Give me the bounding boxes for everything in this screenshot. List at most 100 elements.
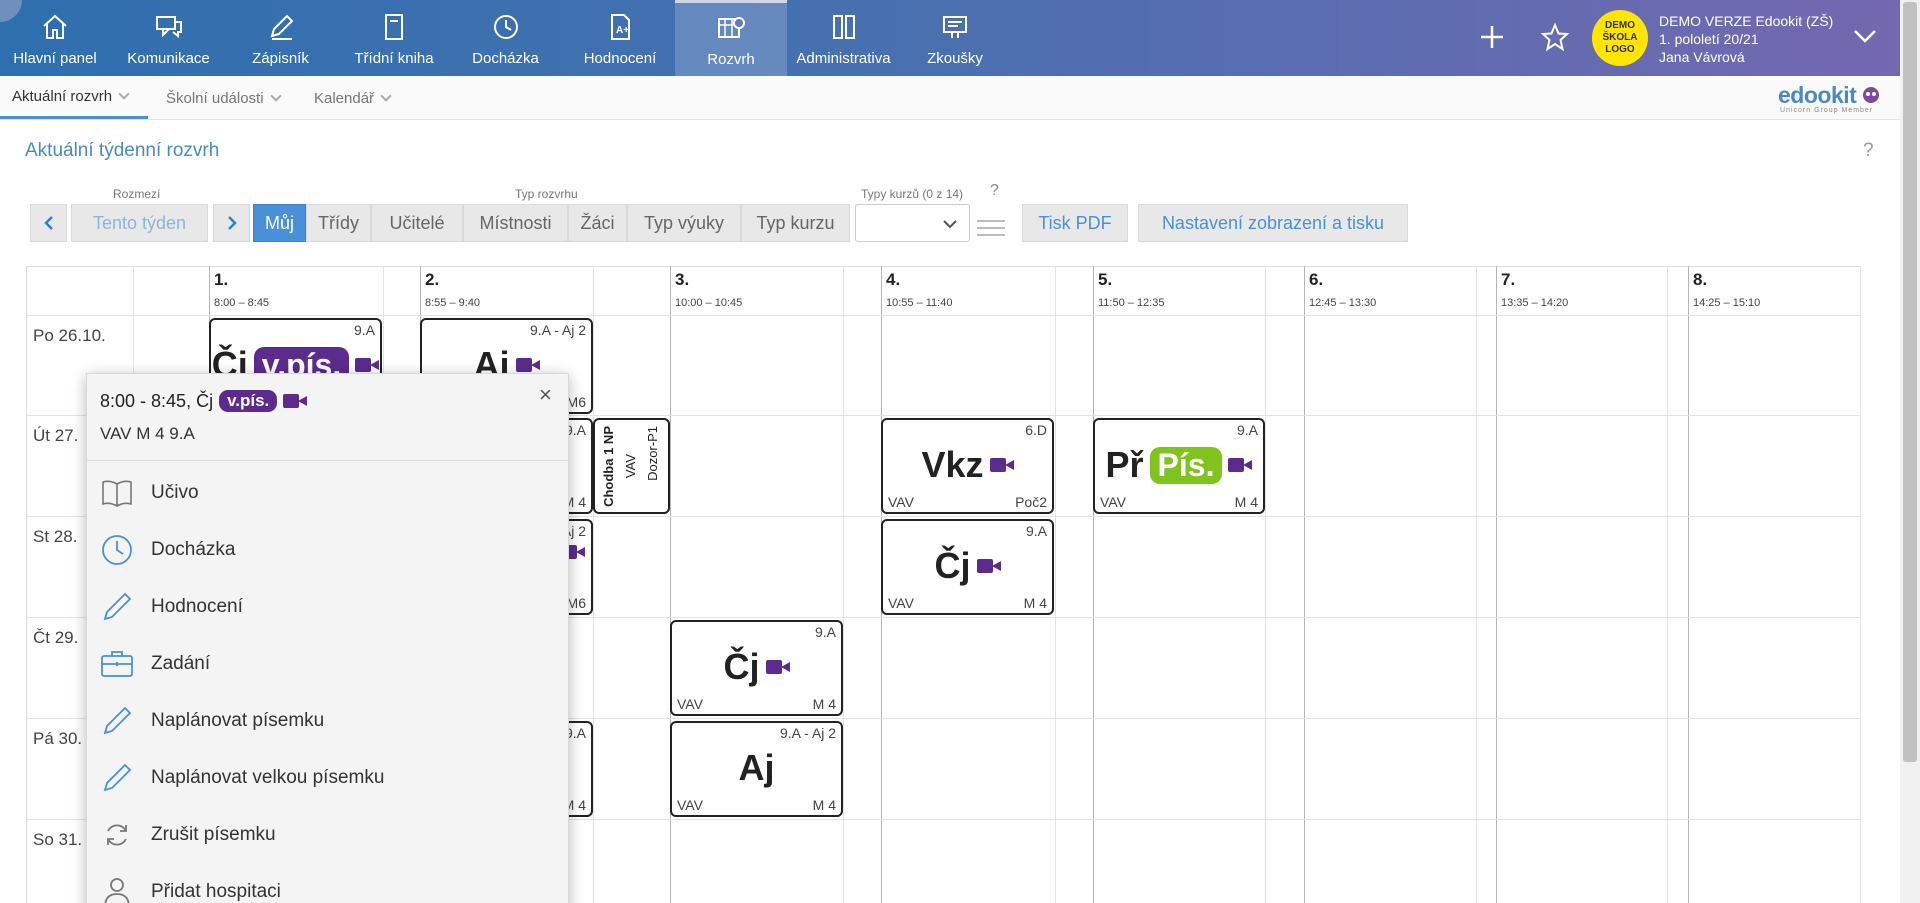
display-settings-button[interactable]: Nastavení zobrazení a tisku [1138,204,1408,242]
type-tridy-button[interactable]: Třídy [306,204,371,242]
menu-item-ucivo[interactable]: Učivo [87,470,568,516]
type-typ-vyuky-button[interactable]: Typ výuky [627,204,741,242]
lesson-room: M6 [566,595,586,611]
add-icon[interactable] [1478,18,1506,61]
lesson-class: 9.A [1236,422,1258,438]
menu-label: Hodnocení [151,596,243,617]
nav-label: Zkoušky [927,49,983,67]
nav-label: Docházka [472,49,539,67]
period-number: 3. [675,270,690,289]
grade-file-icon: A+ [603,10,637,44]
menu-item-pridat-hospitaci[interactable]: Přidat hospitaci [87,869,568,903]
chat-icon [152,10,186,44]
nav-administrativa[interactable]: Administrativa [792,0,895,76]
refresh-icon [99,817,135,853]
course-help-icon[interactable]: ? [990,182,999,200]
lesson-card[interactable]: 9.A Čj VAV M 4 [881,519,1054,615]
period-number: 7. [1501,270,1516,289]
period-time: 10:00 – 10:45 [675,297,743,309]
lesson-main: Čj [883,545,1052,587]
lesson-class: 6.D [1025,422,1047,438]
day-label: Pá 30. [33,729,83,748]
close-icon[interactable]: × [539,382,552,408]
school-logo: DEMO ŠKOLA LOGO [1592,10,1648,66]
nav-rozvrh[interactable]: Rozvrh [675,0,787,76]
popup-title: 8:00 - 8:45, Čj v.pís. [100,390,308,412]
lesson-room: M 4 [812,797,836,813]
nav-label: Hlavní panel [13,49,97,67]
nav-hodnoceni[interactable]: A+ Hodnocení [570,0,670,76]
nav-zapisnik[interactable]: Zápisník [232,0,329,76]
lesson-card[interactable]: 9.A Př Pís. VAV M 4 [1093,418,1265,514]
star-icon[interactable] [1540,18,1570,61]
lesson-card[interactable]: 9.A Čj VAV M 4 [670,620,843,716]
prev-week-button[interactable] [30,204,67,242]
lesson-teacher: VAV [1100,494,1126,510]
type-muj-button[interactable]: Můj [253,204,306,242]
menu-item-hodnoceni[interactable]: Hodnocení [87,584,568,630]
lesson-room: M 4 [1023,595,1047,611]
svg-text:A+: A+ [616,25,629,36]
chevron-down-icon[interactable] [1852,26,1878,51]
nav-komunikace[interactable]: Komunikace [115,0,222,76]
user-info[interactable]: DEMO VERZE Edookit (ZŠ) 1. pololetí 20/2… [1659,12,1833,66]
print-pdf-button[interactable]: Tisk PDF [1022,204,1128,242]
brand-subtitle: Unicorn Group Member [1780,107,1874,114]
nav-label: Komunikace [127,49,210,67]
chevron-down-icon [118,87,130,100]
course-type-select[interactable] [855,204,970,242]
lesson-teacher: VAV [888,494,914,510]
duty-card[interactable]: Chodba 1 NP VAV Dozor-P1 [593,418,670,514]
type-mistnosti-button[interactable]: Místnosti [463,204,568,242]
menu-item-dochazka[interactable]: Docházka [87,527,568,573]
pen-icon [264,10,298,44]
duty-location: Chodba 1 NP [601,426,616,507]
exam-badge: Pís. [1149,446,1223,484]
lesson-subject: Vkz [921,444,984,485]
nav-hlavni-panel[interactable]: Hlavní panel [0,0,110,76]
lesson-teacher: VAV [888,595,914,611]
menu-item-zrusit-pisemku[interactable]: Zrušit písemku [87,812,568,858]
menu-item-zadani[interactable]: Zadání [87,641,568,687]
open-book-icon [99,475,135,511]
schedule-icon [714,11,748,45]
period-time: 14:25 – 15:10 [1693,297,1761,309]
menu-item-naplanovat-velkou-pisemku[interactable]: Naplánovat velkou písemku [87,755,568,801]
next-week-button[interactable] [213,204,250,242]
tab-kalendar[interactable]: Kalendář [314,76,392,120]
chevron-down-icon [269,89,282,102]
scrollbar-thumb[interactable] [1903,2,1917,762]
period-time: 10:55 – 11:40 [886,297,953,309]
term: 1. pololetí 20/21 [1659,31,1759,47]
type-ucitele-button[interactable]: Učitelé [371,204,463,242]
lesson-card[interactable]: 6.D Vkz VAV Poč2 [881,418,1054,514]
type-zaci-button[interactable]: Žáci [568,204,627,242]
period-number: 5. [1098,270,1113,289]
menu-item-naplanovat-pisemku[interactable]: Naplánovat písemku [87,698,568,744]
tab-skolni-udalosti[interactable]: Školní události [166,76,282,120]
lesson-card[interactable]: 9.A - Aj 2 Aj VAV M 4 [670,721,843,817]
nav-dochazka[interactable]: Docházka [459,0,552,76]
briefcase-icon [99,646,135,682]
nav-tridni-kniha[interactable]: Třídní kniha [344,0,444,76]
tab-aktualni-rozvrh[interactable]: Aktuální rozvrh [0,76,148,119]
popup-time: 8:00 - 8:45, Čj [100,390,214,411]
type-label: Typ rozvrhu [515,187,578,201]
home-icon [38,10,72,44]
tab-label: Školní události [166,89,264,107]
nav-zkousky[interactable]: Zkoušky [912,0,998,76]
help-icon[interactable]: ? [1863,140,1874,162]
type-typ-kurzu-button[interactable]: Typ kurzu [741,204,850,242]
period-number: 6. [1309,270,1324,289]
period-time: 11:50 – 12:35 [1098,297,1165,309]
tab-label: Kalendář [314,89,375,107]
unicorn-icon [1863,87,1880,103]
nav-label: Rozvrh [707,51,755,68]
lesson-room: M6 [566,394,586,410]
test-badge: v.pís. [219,390,278,412]
camera-icon [515,358,540,372]
menu-lines-icon[interactable] [977,220,1005,241]
book-icon [377,10,411,44]
this-week-button[interactable]: Tento týden [71,204,208,242]
menu-label: Docházka [151,539,236,560]
